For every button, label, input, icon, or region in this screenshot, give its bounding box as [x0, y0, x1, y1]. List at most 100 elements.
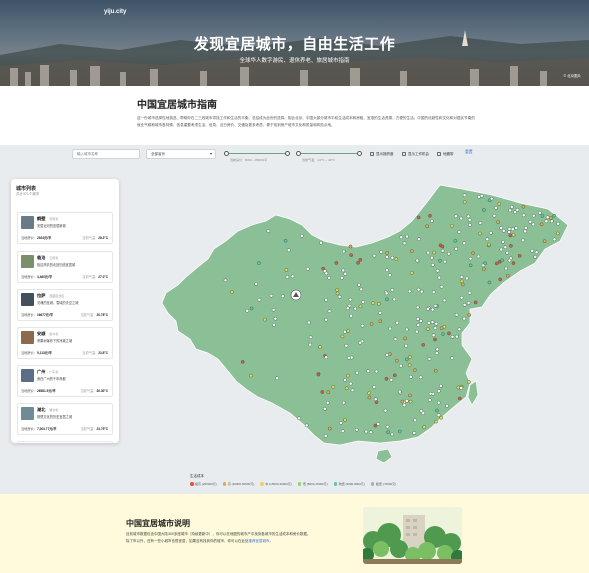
city-marker[interactable]: [422, 425, 427, 429]
city-marker[interactable]: [357, 283, 361, 287]
city-marker[interactable]: [467, 313, 472, 317]
city-marker[interactable]: [404, 327, 409, 332]
city-marker[interactable]: [316, 372, 321, 377]
city-marker[interactable]: [368, 430, 373, 435]
city-marker[interactable]: [409, 249, 414, 254]
city-marker[interactable]: [421, 343, 426, 347]
city-marker[interactable]: [460, 282, 465, 287]
city-marker[interactable]: [545, 215, 550, 220]
city-marker[interactable]: [374, 400, 379, 405]
city-marker[interactable]: [412, 368, 417, 373]
city-marker[interactable]: [345, 306, 350, 311]
city-marker[interactable]: [416, 287, 421, 292]
city-marker[interactable]: [436, 400, 441, 405]
city-marker[interactable]: [436, 413, 441, 417]
city-marker[interactable]: [466, 214, 471, 219]
city-marker[interactable]: [427, 357, 432, 361]
city-marker[interactable]: [430, 307, 435, 312]
city-marker[interactable]: [539, 222, 544, 227]
city-marker[interactable]: [499, 226, 504, 230]
city-marker[interactable]: [335, 291, 340, 296]
city-marker[interactable]: [390, 288, 395, 292]
city-marker[interactable]: [434, 351, 439, 356]
city-marker[interactable]: [542, 239, 547, 244]
city-marker[interactable]: [439, 384, 443, 388]
city-marker[interactable]: [404, 357, 409, 362]
city-card[interactable]: 河源广东省万绿湖畔的生态宜居之城当地房价：: [17, 441, 113, 443]
city-marker[interactable]: [402, 403, 407, 408]
city-marker[interactable]: [435, 408, 439, 413]
city-marker[interactable]: [414, 329, 419, 334]
city-marker[interactable]: [521, 238, 525, 243]
city-marker[interactable]: [508, 208, 512, 213]
city-marker[interactable]: [465, 276, 469, 281]
city-marker[interactable]: [376, 301, 381, 306]
city-card[interactable]: 鹤壁 河南省 安居近河的宜居新城 当地房价：2924元/平 当前气温：28.3°C: [17, 212, 113, 244]
city-marker[interactable]: [528, 219, 533, 224]
city-marker[interactable]: [540, 214, 545, 218]
city-marker[interactable]: [389, 378, 394, 382]
city-marker[interactable]: [257, 261, 261, 265]
city-marker[interactable]: [340, 429, 345, 434]
city-marker[interactable]: [349, 313, 353, 318]
city-marker[interactable]: [324, 271, 329, 276]
city-marker[interactable]: [429, 219, 434, 223]
city-marker[interactable]: [348, 381, 353, 386]
city-marker[interactable]: [272, 323, 276, 327]
city-marker[interactable]: [416, 323, 421, 327]
city-marker[interactable]: [378, 311, 383, 315]
city-marker[interactable]: [305, 267, 310, 271]
city-marker[interactable]: [514, 226, 519, 230]
city-marker[interactable]: [507, 230, 511, 234]
city-marker[interactable]: [457, 230, 462, 234]
city-marker[interactable]: [449, 223, 454, 228]
city-marker[interactable]: [367, 395, 372, 400]
city-marker[interactable]: [385, 353, 389, 357]
city-marker[interactable]: [482, 267, 486, 271]
legend-item[interactable]: 低 (8000-15000元): [297, 482, 328, 486]
city-marker[interactable]: [223, 278, 228, 283]
city-marker[interactable]: [434, 419, 438, 424]
city-marker[interactable]: [430, 263, 435, 267]
city-marker[interactable]: [361, 300, 366, 304]
city-marker[interactable]: [392, 297, 397, 302]
city-marker[interactable]: [263, 317, 267, 322]
city-marker[interactable]: [334, 261, 339, 265]
city-marker[interactable]: [468, 263, 473, 268]
city-marker[interactable]: [354, 427, 359, 432]
city-marker[interactable]: [371, 301, 375, 305]
city-marker[interactable]: [462, 303, 467, 307]
city-marker[interactable]: [347, 355, 351, 360]
city-marker[interactable]: [408, 393, 412, 398]
city-marker[interactable]: [531, 213, 536, 218]
city-marker[interactable]: [385, 297, 389, 302]
city-marker[interactable]: [275, 376, 279, 381]
city-marker[interactable]: [344, 386, 349, 391]
city-marker[interactable]: [392, 373, 397, 378]
legend-item[interactable]: 极低 (<5000元): [370, 482, 396, 486]
city-marker[interactable]: [355, 370, 359, 375]
city-marker[interactable]: [459, 275, 464, 279]
city-marker[interactable]: [523, 229, 527, 234]
city-marker[interactable]: [523, 226, 528, 230]
city-marker[interactable]: [341, 249, 346, 254]
city-marker[interactable]: [487, 198, 492, 203]
city-marker[interactable]: [473, 300, 478, 305]
city-marker[interactable]: [280, 294, 285, 299]
city-card[interactable]: 湖北 湖北省 荆楚文化的历史宜居之城 当地房价：7,003.77元/平 当前气温：23.…: [17, 403, 113, 435]
city-marker[interactable]: [376, 422, 381, 426]
city-marker[interactable]: [339, 421, 343, 425]
city-marker[interactable]: [508, 233, 513, 238]
city-marker[interactable]: [346, 329, 351, 333]
city-marker[interactable]: [494, 206, 498, 210]
city-list-panel[interactable]: 城市列表 共计371个城市 鹤壁 河南省 安居近河的宜居新城 当地房价：2924元/平…: [11, 179, 119, 443]
city-marker[interactable]: [374, 369, 379, 374]
city-marker[interactable]: [348, 297, 353, 302]
city-marker[interactable]: [399, 363, 403, 368]
city-marker[interactable]: [555, 231, 560, 236]
city-marker[interactable]: [385, 424, 390, 429]
brand-logo[interactable]: yiju.city: [104, 9, 126, 15]
city-marker[interactable]: [350, 388, 355, 393]
city-marker[interactable]: [273, 316, 278, 321]
city-marker[interactable]: [426, 307, 430, 311]
